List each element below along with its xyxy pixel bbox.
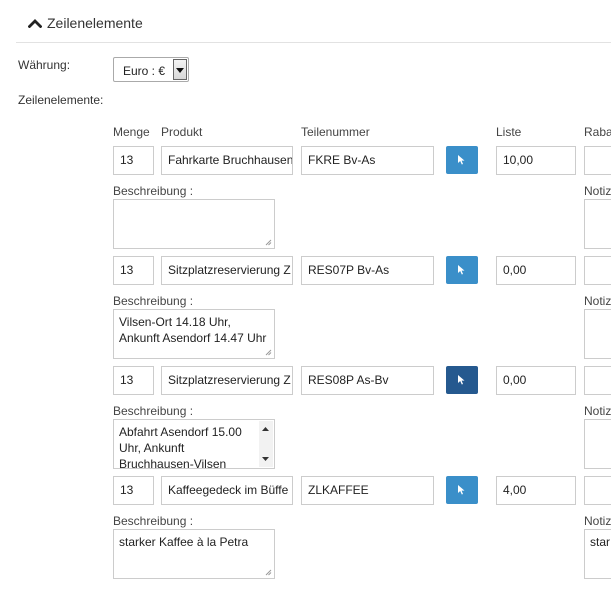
note-textarea[interactable]: star (584, 529, 611, 579)
note-text: star (590, 535, 611, 549)
product-input[interactable]: Sitzplatzreservierung Z (161, 256, 293, 285)
note-label: Notiz (584, 514, 611, 528)
column-header-product: Produkt (161, 125, 203, 139)
resize-grip-icon[interactable] (265, 569, 272, 576)
qty-input[interactable]: 13 (113, 476, 154, 505)
qty-input[interactable]: 13 (113, 256, 154, 285)
description-text: Vilsen-Ort 14.18 Uhr, Ankunft Asendorf 1… (119, 315, 267, 345)
column-header-list: Liste (496, 125, 522, 139)
cursor-arrow-icon (458, 375, 465, 385)
cursor-arrow-icon (458, 485, 465, 495)
product-picker-button[interactable] (446, 256, 478, 284)
list-price-input[interactable]: 4,00 (496, 476, 576, 505)
description-text: starker Kaffee à la Petra (119, 535, 249, 549)
section-toggle[interactable]: Zeilenelemente (28, 14, 143, 32)
list-price-input[interactable]: 10,00 (496, 146, 576, 175)
scrollbar[interactable] (259, 421, 273, 467)
description-textarea[interactable]: Abfahrt Asendorf 15.00 Uhr, Ankunft Bruc… (113, 419, 275, 469)
description-label: Beschreibung : (113, 184, 194, 198)
product-input[interactable]: Fahrkarte Bruchhausen (161, 146, 293, 175)
product-input[interactable]: Sitzplatzreservierung Z (161, 366, 293, 395)
dropdown-button[interactable] (173, 59, 187, 80)
part-number-input[interactable]: RES07P Bv-As (301, 256, 434, 285)
note-label: Notiz (584, 184, 611, 198)
currency-select[interactable]: Euro : € (113, 57, 189, 82)
column-header-part-number: Teilenummer (301, 125, 370, 139)
description-label: Beschreibung : (113, 404, 194, 418)
discount-input[interactable] (584, 476, 611, 505)
description-label: Beschreibung : (113, 514, 194, 528)
divider (16, 42, 611, 43)
note-label: Notiz (584, 404, 611, 418)
line-items-label: Zeilenelemente: (18, 93, 104, 107)
product-picker-button[interactable] (446, 146, 478, 174)
note-textarea[interactable] (584, 419, 611, 469)
resize-grip-icon[interactable] (265, 239, 272, 246)
scroll-down-icon[interactable] (262, 457, 269, 461)
part-number-input[interactable]: ZLKAFFEE (301, 476, 434, 505)
product-picker-button[interactable] (446, 366, 478, 394)
note-textarea[interactable] (584, 309, 611, 359)
currency-value: Euro : € (123, 64, 166, 78)
resize-grip-icon[interactable] (265, 349, 272, 356)
product-picker-button[interactable] (446, 476, 478, 504)
section-title: Zeilenelemente (47, 15, 143, 31)
qty-input[interactable]: 13 (113, 146, 154, 175)
scroll-up-icon[interactable] (262, 427, 269, 431)
discount-input[interactable] (584, 366, 611, 395)
chevron-up-icon (28, 19, 42, 28)
discount-input[interactable] (584, 146, 611, 175)
list-price-input[interactable]: 0,00 (496, 366, 576, 395)
description-text: Abfahrt Asendorf 15.00 Uhr, Ankunft Bruc… (119, 425, 242, 469)
description-textarea[interactable] (113, 199, 275, 249)
column-header-discount: Raba (584, 125, 611, 139)
currency-label: Währung: (18, 58, 71, 72)
note-textarea[interactable] (584, 199, 611, 249)
cursor-arrow-icon (458, 265, 465, 275)
cursor-arrow-icon (458, 155, 465, 165)
part-number-input[interactable]: FKRE Bv-As (301, 146, 434, 175)
caret-down-icon (176, 68, 184, 73)
part-number-input[interactable]: RES08P As-Bv (301, 366, 434, 395)
description-textarea[interactable]: starker Kaffee à la Petra (113, 529, 275, 579)
description-label: Beschreibung : (113, 294, 194, 308)
product-input[interactable]: Kaffeegedeck im Büffe (161, 476, 293, 505)
column-header-qty: Menge (113, 125, 150, 139)
qty-input[interactable]: 13 (113, 366, 154, 395)
note-label: Notiz (584, 294, 611, 308)
list-price-input[interactable]: 0,00 (496, 256, 576, 285)
description-textarea[interactable]: Vilsen-Ort 14.18 Uhr, Ankunft Asendorf 1… (113, 309, 275, 359)
discount-input[interactable] (584, 256, 611, 285)
